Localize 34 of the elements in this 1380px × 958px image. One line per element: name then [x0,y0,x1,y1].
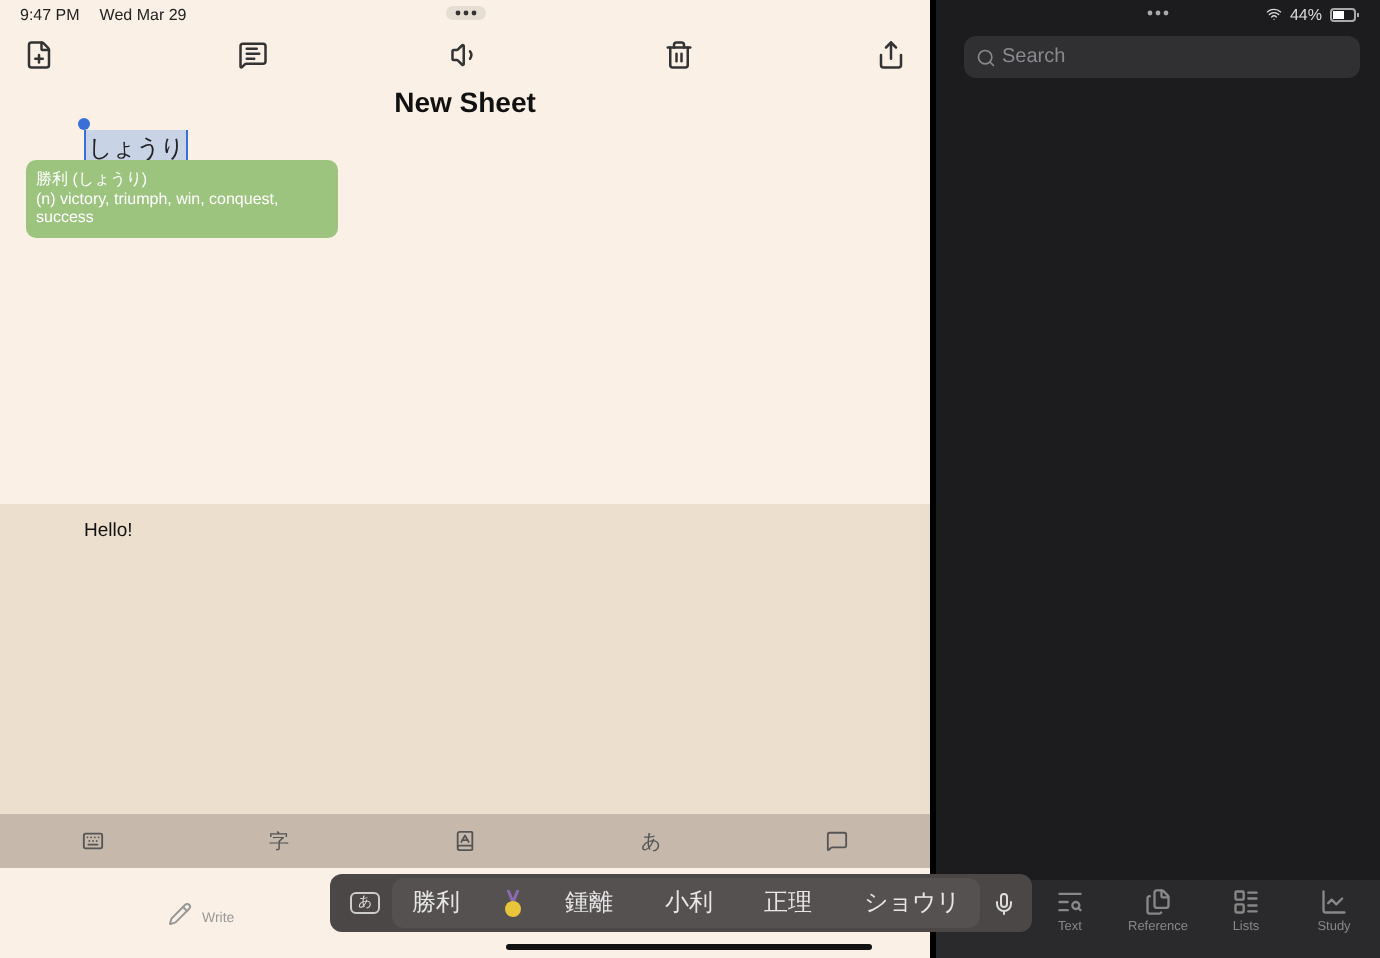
candidate-word[interactable]: 鍾離 [557,886,622,920]
reference-tab-icon [1144,888,1172,916]
pencil-icon [168,901,192,925]
lists-tab-icon [1232,888,1260,916]
input-mode-button[interactable]: あ [640,827,661,855]
candidate-word[interactable]: 正理 [756,886,821,920]
candidate-word[interactable]: ショウリ [855,886,968,920]
share-icon[interactable] [876,40,906,70]
candidate-word[interactable]: 小利 [656,886,721,920]
input-mode-button[interactable]: 字 [269,827,290,855]
text-bubble-icon[interactable] [237,40,267,70]
definition-gloss: (n) victory, triumph, win, conquest, success [36,189,281,227]
candidate-word[interactable]: 勝利 [404,886,468,920]
search-icon [976,47,996,67]
chat-icon[interactable] [825,830,848,852]
body-text: Hello! [84,520,133,542]
definition-headword: 勝利 (しょうり) [36,170,150,189]
battery-icon [1330,7,1360,21]
status-time: 9:47 PM [20,5,80,23]
keyboard-icon[interactable] [82,830,105,852]
status-date: Wed Mar 29 [99,5,187,23]
book-icon[interactable] [453,830,476,852]
study-tab-icon [1320,888,1348,916]
battery-percent: 44% [1289,5,1322,23]
medal-icon [503,889,522,917]
microphone-icon[interactable] [992,891,1016,915]
wifi-icon [1265,6,1282,22]
text-tab-icon [1056,888,1084,916]
search-field[interactable]: Search [964,36,1360,78]
trash-icon[interactable] [663,40,693,70]
multitask-icon[interactable] [445,6,485,20]
sheet-title: New Sheet [392,86,538,118]
new-file-icon[interactable] [24,40,54,70]
selection-handle[interactable] [78,118,90,130]
